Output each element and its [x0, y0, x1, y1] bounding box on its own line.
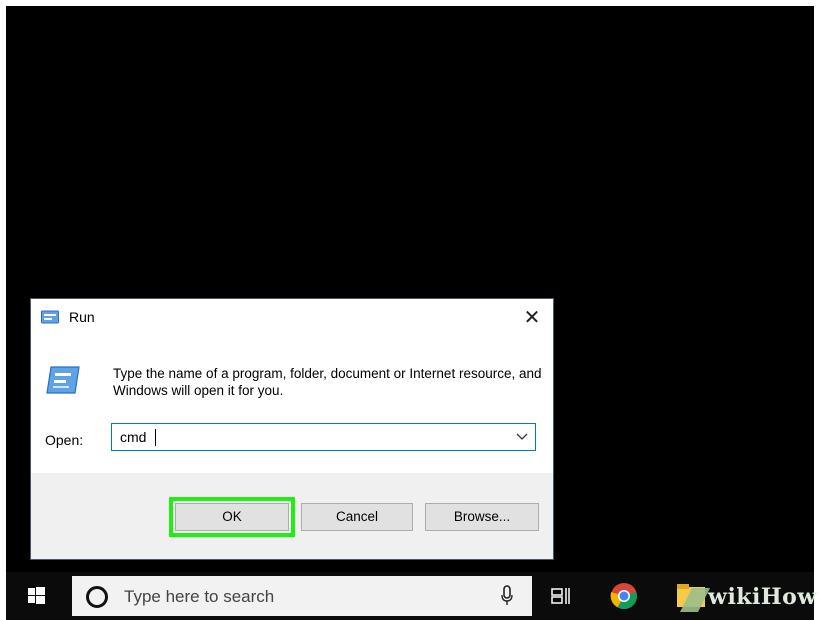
open-input[interactable]	[120, 427, 500, 447]
run-icon	[41, 310, 59, 324]
cancel-button[interactable]: Cancel	[301, 503, 413, 531]
close-icon[interactable]: ✕	[519, 305, 545, 331]
task-view-icon[interactable]	[550, 585, 572, 607]
wikihow-watermark: wikiHow	[678, 574, 817, 620]
run-dialog: Run ✕ Type the name of a program, folder…	[30, 298, 554, 560]
search-icon	[86, 586, 108, 608]
dialog-description: Type the name of a program, folder, docu…	[113, 366, 542, 398]
run-program-icon	[46, 366, 80, 394]
open-combobox[interactable]	[111, 423, 536, 451]
taskbar: Type here to search wikiHow	[6, 572, 817, 620]
ok-button[interactable]: OK	[175, 503, 289, 531]
browse-button[interactable]: Browse...	[425, 503, 539, 531]
dialog-title: Run	[69, 309, 95, 325]
dialog-titlebar: Run ✕	[31, 299, 553, 337]
windows-start-icon[interactable]	[6, 572, 66, 620]
watermark-text: wikiHow	[708, 584, 817, 610]
chevron-down-icon[interactable]	[515, 429, 529, 443]
chrome-icon[interactable]	[610, 582, 638, 610]
microphone-icon[interactable]	[500, 585, 514, 607]
open-label: Open:	[45, 432, 84, 448]
taskbar-search-box[interactable]: Type here to search	[72, 576, 532, 616]
search-placeholder: Type here to search	[124, 587, 275, 606]
text-cursor	[155, 429, 156, 446]
dialog-footer: OK Cancel Browse...	[31, 473, 553, 559]
wikihow-logo-icon	[680, 588, 710, 612]
